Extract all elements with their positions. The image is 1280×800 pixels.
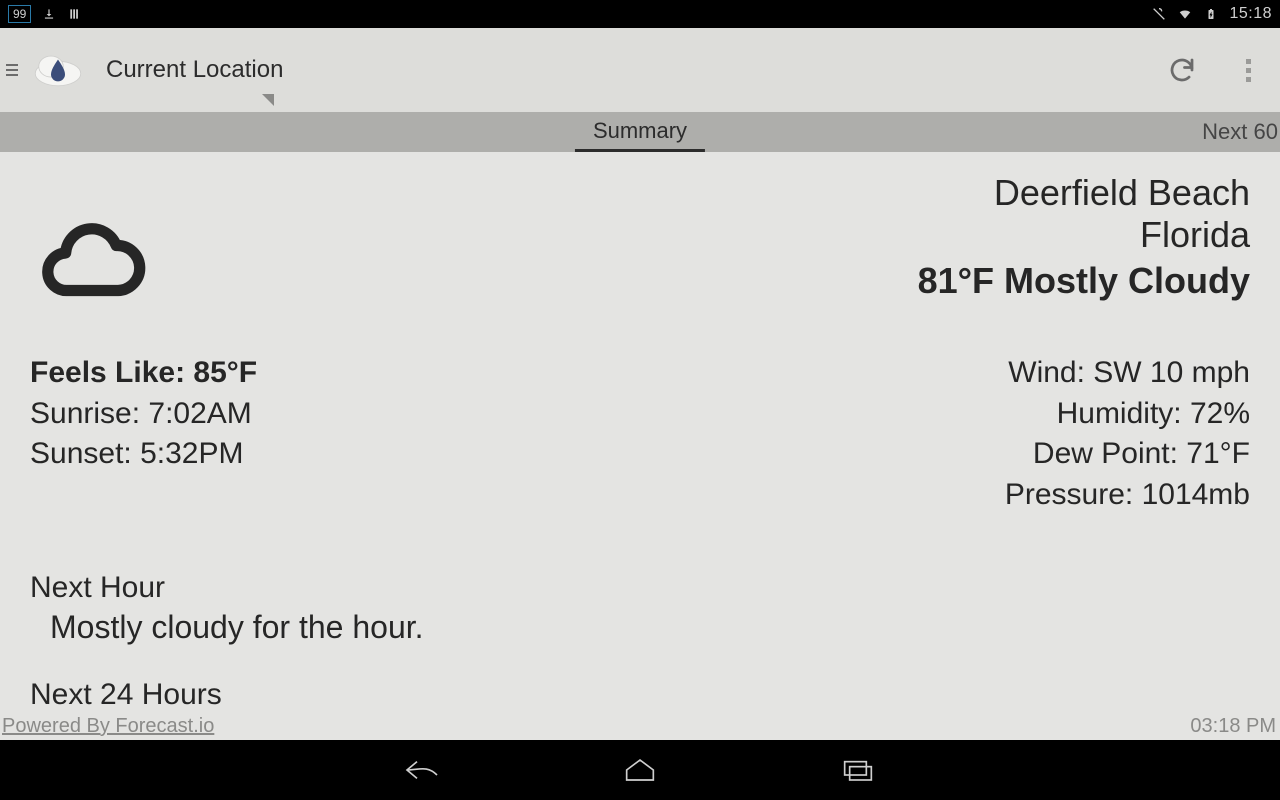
location-spinner-title[interactable]: Current Location [106, 56, 283, 84]
download-icon [41, 6, 57, 22]
bars-icon [67, 6, 83, 22]
android-navbar [0, 740, 1280, 800]
next-hour-heading: Next Hour [30, 571, 1250, 605]
sunset-time: Sunset: 5:32PM [30, 434, 257, 475]
wind-stat: Wind: SW 10 mph [1005, 353, 1250, 394]
dewpoint-stat: Dew Point: 71°F [1005, 434, 1250, 475]
tab-strip: Summary Next 60 [0, 112, 1280, 152]
battery-charging-icon [1203, 6, 1219, 22]
location-city: Deerfield Beach [918, 172, 1250, 214]
humidity-stat: Humidity: 72% [1005, 394, 1250, 435]
last-updated-time: 03:18 PM [1190, 715, 1276, 738]
refresh-button[interactable] [1166, 54, 1198, 86]
next-24-heading: Next 24 Hours [30, 678, 1250, 712]
footer-bar: Powered By Forecast.io 03:18 PM [0, 712, 1280, 740]
app-icon[interactable] [30, 48, 86, 92]
recents-button[interactable] [834, 750, 882, 790]
android-statusbar: 99 15:18 [0, 0, 1280, 28]
sunrise-time: Sunrise: 7:02AM [30, 394, 257, 435]
summary-panel: Deerfield Beach Florida 81°F Mostly Clou… [0, 152, 1280, 740]
tab-next60[interactable]: Next 60 [1200, 112, 1280, 152]
statusbar-clock: 15:18 [1229, 5, 1272, 23]
drawer-icon[interactable] [4, 64, 18, 76]
spinner-dropdown-icon[interactable] [262, 94, 274, 106]
vibrate-icon [1151, 6, 1167, 22]
action-bar: Current Location [0, 28, 1280, 112]
feels-like: Feels Like: 85°F [30, 353, 257, 394]
statusbar-badge: 99 [8, 5, 31, 23]
back-button[interactable] [398, 750, 446, 790]
powered-by-link[interactable]: Powered By Forecast.io [2, 715, 214, 738]
location-state: Florida [918, 214, 1250, 256]
next-hour-text: Mostly cloudy for the hour. [50, 609, 1250, 646]
home-button[interactable] [616, 750, 664, 790]
overflow-menu-button[interactable] [1232, 54, 1264, 86]
weather-condition-icon [30, 172, 150, 303]
current-condition: 81°F Mostly Cloudy [918, 260, 1250, 302]
pressure-stat: Pressure: 1014mb [1005, 475, 1250, 516]
tab-summary[interactable]: Summary [575, 112, 705, 152]
wifi-icon [1177, 6, 1193, 22]
